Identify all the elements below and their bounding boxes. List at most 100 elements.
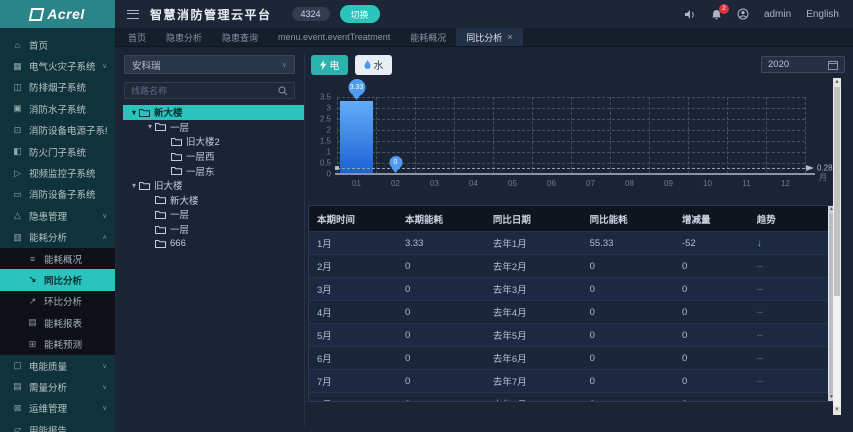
table-row[interactable]: 7月 0 去年7月 0 0 -- bbox=[309, 369, 828, 393]
tab-5[interactable]: 同比分析 × bbox=[456, 28, 523, 46]
page-scrollbar[interactable]: ▲ ▼ bbox=[833, 78, 841, 415]
year-picker-value: 2020 bbox=[768, 59, 790, 70]
language-switcher[interactable]: English bbox=[806, 9, 839, 20]
tree-node[interactable]: 旧大楼2 bbox=[123, 134, 304, 149]
fire-door-icon: ◧ bbox=[13, 146, 22, 157]
sidebar-item-hazard-management[interactable]: △ 隐患管理 ∨ bbox=[0, 205, 115, 226]
y-axis-tick: 1 bbox=[326, 147, 331, 157]
scroll-down-icon[interactable]: ▼ bbox=[833, 406, 841, 415]
page-scrollbar-thumb[interactable] bbox=[834, 87, 840, 296]
gridline bbox=[571, 97, 572, 174]
table-cell: 8月 bbox=[309, 392, 397, 401]
table-cell: 0 bbox=[396, 277, 485, 301]
table-cell: 去年7月 bbox=[484, 369, 582, 393]
line-search[interactable] bbox=[124, 82, 295, 99]
sidebar-item-video-surveillance[interactable]: ▷ 视频监控子系统 bbox=[0, 162, 115, 183]
close-tab-icon[interactable]: × bbox=[507, 32, 512, 42]
user-avatar-icon[interactable] bbox=[737, 8, 749, 20]
table-cell: 去年6月 bbox=[484, 346, 582, 370]
search-input[interactable] bbox=[131, 85, 278, 96]
sidebar-item-energy-usage-report[interactable]: ▱ 用能报告 bbox=[0, 419, 115, 432]
tree-node[interactable]: 一层 bbox=[123, 222, 304, 237]
year-picker[interactable]: 2020 bbox=[761, 56, 845, 73]
scroll-up-icon[interactable]: ▲ bbox=[833, 78, 841, 87]
voice-broadcast-icon[interactable] bbox=[684, 9, 696, 20]
gridline bbox=[766, 97, 767, 174]
table-cell: 0 bbox=[581, 392, 674, 401]
tree-node[interactable]: 一层东 bbox=[123, 163, 304, 178]
trend-flat-label: -- bbox=[756, 352, 764, 364]
sidebar-item-fire-equipment-power[interactable]: ⊡ 消防设备电源子系统 bbox=[0, 120, 115, 141]
table-row[interactable]: 5月 0 去年5月 0 0 -- bbox=[309, 323, 828, 347]
sidebar-item-electrical-fire[interactable]: ▦ 电气火灾子系统 ∨ bbox=[0, 55, 115, 76]
device-count-badge: 4324 bbox=[291, 7, 330, 21]
chevron-down-icon: ∨ bbox=[102, 383, 107, 391]
table-row[interactable]: 4月 0 去年4月 0 0 -- bbox=[309, 300, 828, 324]
table-row[interactable]: 1月 3.33 去年1月 55.33 -52 ↓ bbox=[309, 231, 828, 255]
sidebar-item-label: 同比分析 bbox=[44, 275, 83, 287]
column-header: 本期时间 bbox=[309, 206, 397, 232]
energy-analysis-icon: ▥ bbox=[13, 231, 22, 242]
tree-node[interactable]: ▾ 新大楼 bbox=[123, 105, 304, 120]
sidebar-item-label: 环比分析 bbox=[44, 297, 83, 309]
markline-arrow-icon bbox=[806, 164, 814, 171]
search-icon[interactable] bbox=[278, 86, 288, 96]
folder-icon bbox=[155, 122, 166, 132]
x-axis-tick: 08 bbox=[625, 179, 634, 188]
column-header: 本期能耗 bbox=[396, 206, 485, 232]
table-row[interactable]: 2月 0 去年2月 0 0 -- bbox=[309, 254, 828, 278]
tree-node[interactable]: 666 bbox=[123, 236, 304, 251]
tab-1[interactable]: 隐患分析 bbox=[156, 28, 212, 46]
sidebar-item-label: 运维管理 bbox=[29, 404, 68, 416]
sidebar-item-fire-equipment[interactable]: ▭ 消防设备子系统 bbox=[0, 184, 115, 205]
table-cell: 0 bbox=[396, 300, 485, 324]
sidebar-item-mom-analysis[interactable]: ↗ 环比分析 bbox=[0, 290, 115, 313]
electric-tab-button[interactable]: 电 bbox=[311, 54, 348, 75]
sidebar-item-demand-analysis[interactable]: ▤ 需量分析 ∨ bbox=[0, 376, 115, 397]
bar-month-01[interactable] bbox=[340, 100, 373, 174]
water-tab-button[interactable]: 水 bbox=[355, 54, 392, 75]
tab-2[interactable]: 隐患查询 bbox=[212, 28, 268, 46]
table-row[interactable]: 3月 0 去年3月 0 0 -- bbox=[309, 277, 828, 301]
collapse-menu-icon[interactable] bbox=[127, 9, 139, 19]
fire-equipment-icon: ▭ bbox=[13, 188, 22, 199]
tree-node[interactable]: ▾ 旧大楼 bbox=[123, 178, 304, 193]
table-row[interactable]: 6月 0 去年6月 0 0 -- bbox=[309, 346, 828, 370]
sidebar-item-smoke-control[interactable]: ◫ 防排烟子系统 bbox=[0, 77, 115, 98]
notification-bell-icon[interactable]: 2 bbox=[711, 3, 729, 20]
expand-arrow-icon[interactable]: ▾ bbox=[129, 181, 139, 190]
sidebar-item-fire-door[interactable]: ◧ 防火门子系统 bbox=[0, 141, 115, 162]
sidebar-item-power-quality[interactable]: ▢ 电能质量 ∨ bbox=[0, 355, 115, 376]
water-tab-label: 水 bbox=[373, 61, 384, 72]
project-select[interactable]: 安科瑞 ∨ bbox=[124, 55, 295, 74]
expand-arrow-icon[interactable]: ▾ bbox=[129, 108, 139, 117]
expand-arrow-icon[interactable]: ▾ bbox=[145, 122, 155, 131]
table-row[interactable]: 8月0去年8月00-- bbox=[309, 392, 828, 401]
average-value-label: 0.28 bbox=[817, 163, 833, 173]
column-header: 增减量 bbox=[673, 206, 749, 232]
table-cell: 0 bbox=[581, 300, 674, 324]
yoy-analysis-icon: ↘ bbox=[28, 274, 37, 285]
sidebar-item-home[interactable]: ⌂ 首页 bbox=[0, 34, 115, 55]
sidebar-item-yoy-analysis[interactable]: ↘ 同比分析 bbox=[0, 269, 115, 291]
sidebar-item-energy-overview[interactable]: ≡ 能耗概况 bbox=[0, 247, 115, 270]
data-point-bubble: 3.33 bbox=[348, 78, 365, 96]
tab-4[interactable]: 能耗概况 bbox=[400, 28, 456, 46]
tab-0[interactable]: 首页 bbox=[118, 28, 156, 46]
tree-node[interactable]: 新大楼 bbox=[123, 193, 304, 208]
table-cell: ↓ bbox=[748, 231, 828, 255]
sidebar-item-energy-forecast[interactable]: ⊞ 能耗预测 bbox=[0, 333, 115, 355]
tree-node[interactable]: ▾ 一层 bbox=[123, 120, 304, 135]
power-quality-icon: ▢ bbox=[13, 360, 22, 371]
tree-node[interactable]: 一层 bbox=[123, 207, 304, 222]
username-label[interactable]: admin bbox=[764, 9, 791, 20]
tab-3[interactable]: menu.event.eventTreatment bbox=[268, 28, 400, 46]
switch-button[interactable]: 切换 bbox=[339, 5, 380, 23]
sidebar-item-om-management[interactable]: ⊠ 运维管理 ∨ bbox=[0, 398, 115, 419]
tree-node[interactable]: 一层西 bbox=[123, 149, 304, 164]
sidebar-item-fire-water[interactable]: ▣ 消防水子系统 bbox=[0, 98, 115, 119]
energy-report-icon: ▤ bbox=[28, 317, 37, 328]
sidebar-item-energy-report[interactable]: ▤ 能耗报表 bbox=[0, 312, 115, 334]
sidebar-item-energy-analysis[interactable]: ▥ 能耗分析 ∧ bbox=[0, 227, 115, 248]
acrel-logo-icon bbox=[28, 7, 45, 21]
